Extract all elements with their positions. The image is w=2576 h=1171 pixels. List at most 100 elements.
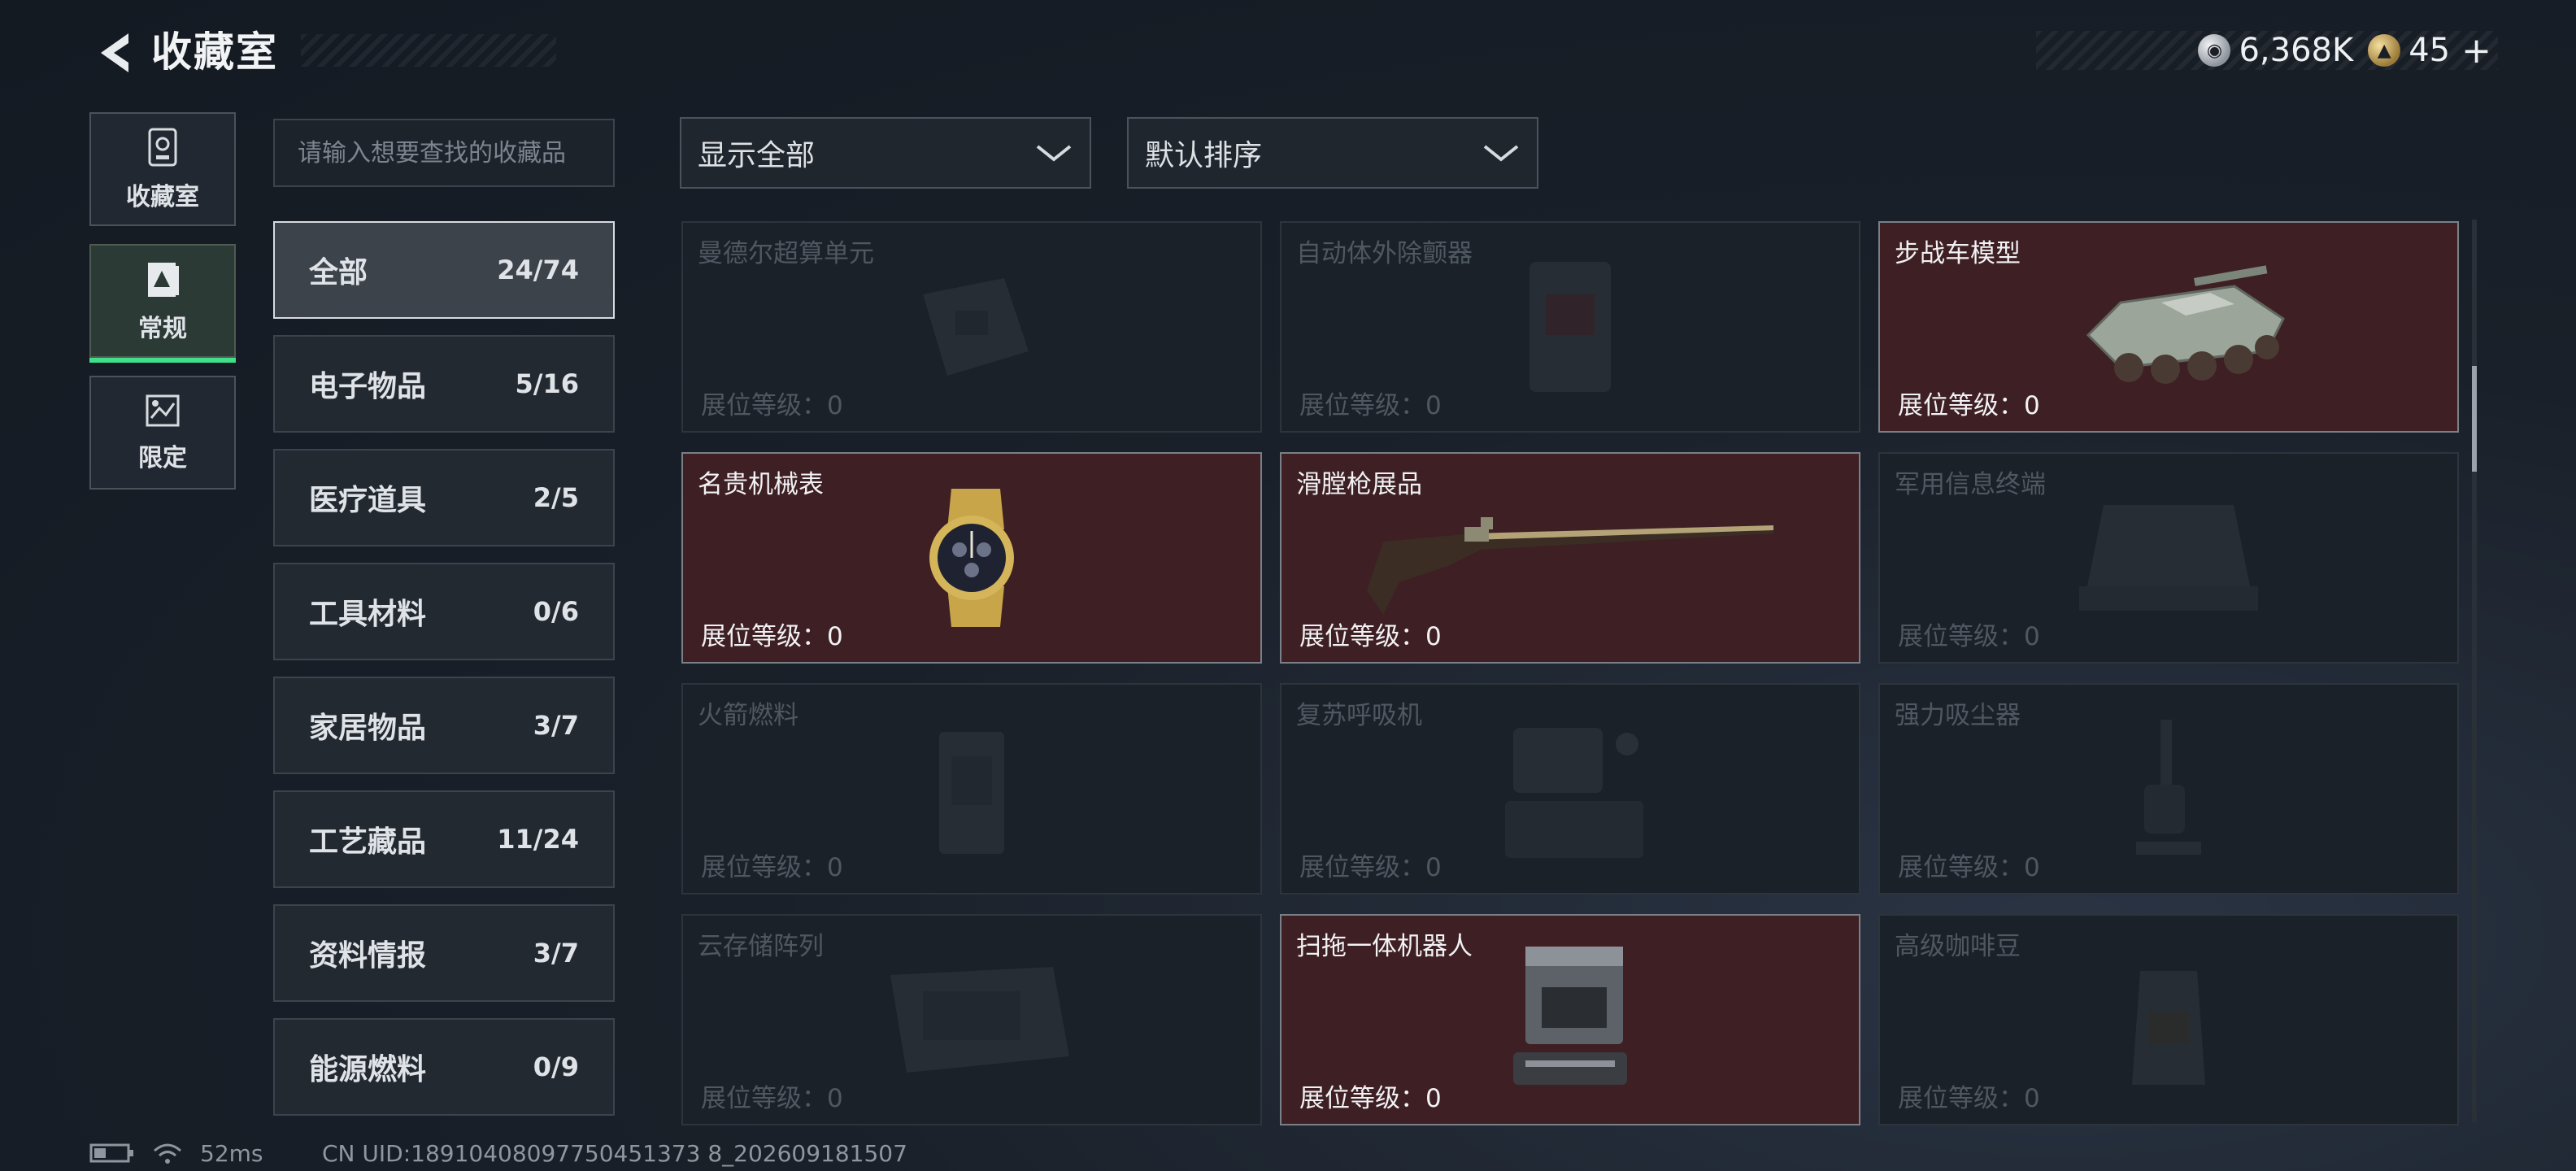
item-name: 高级咖啡豆 bbox=[1895, 932, 2021, 961]
item-card[interactable]: 曼德尔超算单元 展位等级：0 bbox=[681, 221, 1262, 433]
item-card[interactable]: 复苏呼吸机 展位等级：0 bbox=[1280, 683, 1860, 895]
ping-value: 52ms bbox=[200, 1139, 263, 1167]
chevron-down-icon bbox=[1036, 145, 1072, 162]
gold-currency[interactable]: ▲ 45 + bbox=[2368, 30, 2491, 72]
category-household[interactable]: 家居物品 3/7 bbox=[273, 677, 615, 774]
ifv-model-icon bbox=[2086, 265, 2286, 384]
item-card[interactable]: 滑膛枪展品 展位等级：0 bbox=[1280, 452, 1860, 664]
category-name: 全部 bbox=[309, 256, 368, 289]
category-tools[interactable]: 工具材料 0/6 bbox=[273, 563, 615, 660]
item-card[interactable]: 军用信息终端 展位等级：0 bbox=[1878, 452, 2459, 664]
item-card[interactable]: 步战车模型 展位等级：0 bbox=[1878, 221, 2459, 433]
currency-bar: ◉ 6,368K ▲ 45 + bbox=[2036, 30, 2498, 72]
battery-icon bbox=[89, 1143, 133, 1163]
item-level: 展位等级：0 bbox=[1299, 1084, 1442, 1113]
military-terminal-icon bbox=[2079, 505, 2258, 611]
category-name: 能源燃料 bbox=[309, 1053, 427, 1086]
scrollbar-thumb[interactable] bbox=[2472, 366, 2477, 472]
back-arrow-icon bbox=[101, 33, 128, 72]
add-currency-button[interactable]: + bbox=[2461, 30, 2491, 72]
category-crafts[interactable]: 工艺藏品 11/24 bbox=[273, 790, 615, 888]
storage-array-icon bbox=[890, 967, 1069, 1073]
display-filter-dropdown[interactable]: 显示全部 bbox=[680, 117, 1091, 189]
gold-coin-icon: ▲ bbox=[2368, 34, 2401, 67]
item-name: 名贵机械表 bbox=[698, 470, 824, 499]
category-count: 24/74 bbox=[497, 255, 579, 285]
item-level: 展位等级：0 bbox=[1299, 622, 1442, 651]
silver-amount: 6,368K bbox=[2239, 32, 2354, 69]
item-level: 展位等级：0 bbox=[701, 853, 843, 882]
item-card[interactable]: 火箭燃料 展位等级：0 bbox=[681, 683, 1262, 895]
category-name: 工艺藏品 bbox=[309, 825, 427, 859]
item-name: 强力吸尘器 bbox=[1895, 701, 2021, 730]
sort-label: 默认排序 bbox=[1145, 139, 1263, 172]
category-name: 工具材料 bbox=[309, 598, 427, 631]
category-count: 0/6 bbox=[533, 596, 579, 627]
page-title-wrap: 收藏室 bbox=[151, 28, 278, 76]
item-card[interactable]: 自动体外除颤器 展位等级：0 bbox=[1280, 221, 1860, 433]
search-input[interactable] bbox=[273, 119, 615, 187]
title-decoration bbox=[301, 34, 556, 67]
item-name: 扫拖一体机器人 bbox=[1296, 932, 1473, 961]
item-level: 展位等级：0 bbox=[1898, 622, 2040, 651]
musket-icon bbox=[1367, 517, 1773, 615]
tab-collection-room[interactable]: 收藏室 bbox=[89, 112, 236, 226]
item-card[interactable]: 高级咖啡豆 展位等级：0 bbox=[1878, 914, 2459, 1125]
collection-room-icon bbox=[148, 128, 177, 167]
category-name: 医疗道具 bbox=[309, 484, 427, 517]
category-count: 3/7 bbox=[533, 710, 579, 741]
mopping-robot-icon bbox=[1513, 947, 1627, 1085]
category-all[interactable]: 全部 24/74 bbox=[273, 221, 615, 319]
back-button[interactable] bbox=[88, 24, 140, 81]
item-level: 展位等级：0 bbox=[1898, 853, 2040, 882]
tab-collection-room-label: 收藏室 bbox=[126, 183, 199, 211]
category-name: 资料情报 bbox=[309, 939, 427, 973]
wifi-icon bbox=[154, 1143, 181, 1164]
silver-currency: ◉ 6,368K bbox=[2198, 32, 2353, 69]
regular-icon bbox=[148, 263, 179, 297]
sort-dropdown[interactable]: 默认排序 bbox=[1127, 117, 1538, 189]
category-medical[interactable]: 医疗道具 2/5 bbox=[273, 449, 615, 546]
category-count: 11/24 bbox=[497, 824, 579, 855]
item-card[interactable]: 强力吸尘器 展位等级：0 bbox=[1878, 683, 2459, 895]
category-count: 0/9 bbox=[533, 1051, 579, 1082]
item-level: 展位等级：0 bbox=[701, 622, 843, 651]
gold-amount: 45 bbox=[2408, 32, 2451, 69]
item-level: 展位等级：0 bbox=[701, 1084, 843, 1113]
category-intel[interactable]: 资料情报 3/7 bbox=[273, 904, 615, 1002]
item-card[interactable]: 云存储阵列 展位等级：0 bbox=[681, 914, 1262, 1125]
coffee-beans-icon bbox=[2132, 971, 2205, 1085]
item-card[interactable]: 名贵机械表 展位等级：0 bbox=[681, 452, 1262, 664]
ventilator-icon bbox=[1505, 728, 1643, 858]
grid-scrollbar[interactable] bbox=[2472, 220, 2477, 1122]
item-card[interactable]: 扫拖一体机器人 展位等级：0 bbox=[1280, 914, 1860, 1125]
category-name: 电子物品 bbox=[309, 370, 427, 403]
item-name: 自动体外除颤器 bbox=[1296, 239, 1473, 268]
item-level: 展位等级：0 bbox=[1299, 391, 1442, 420]
item-name: 曼德尔超算单元 bbox=[698, 239, 874, 268]
rocket-fuel-icon bbox=[939, 732, 1004, 854]
status-bar: 52ms bbox=[89, 1135, 263, 1171]
category-name: 家居物品 bbox=[309, 712, 427, 745]
page-title: 收藏室 bbox=[151, 28, 278, 76]
item-level: 展位等级：0 bbox=[1299, 853, 1442, 882]
category-energy[interactable]: 能源燃料 0/9 bbox=[273, 1018, 615, 1116]
item-name: 军用信息终端 bbox=[1895, 470, 2046, 499]
item-level: 展位等级：0 bbox=[1898, 1084, 2040, 1113]
category-count: 3/7 bbox=[533, 938, 579, 969]
tab-regular-label: 常规 bbox=[138, 315, 187, 343]
computing-unit-icon bbox=[923, 278, 1029, 376]
item-name: 步战车模型 bbox=[1895, 239, 2021, 268]
tab-regular[interactable]: 常规 bbox=[89, 244, 236, 363]
mechanical-watch-icon bbox=[929, 489, 1014, 627]
item-name: 火箭燃料 bbox=[698, 701, 798, 730]
item-level: 展位等级：0 bbox=[701, 391, 843, 420]
category-count: 2/5 bbox=[533, 482, 579, 513]
limited-icon bbox=[146, 394, 180, 427]
category-electronics[interactable]: 电子物品 5/16 bbox=[273, 335, 615, 433]
category-count: 5/16 bbox=[515, 368, 579, 399]
silver-coin-icon: ◉ bbox=[2198, 34, 2231, 67]
tab-limited[interactable]: 限定 bbox=[89, 376, 236, 490]
tab-limited-label: 限定 bbox=[138, 444, 187, 472]
vacuum-cleaner-icon bbox=[2136, 720, 2201, 855]
